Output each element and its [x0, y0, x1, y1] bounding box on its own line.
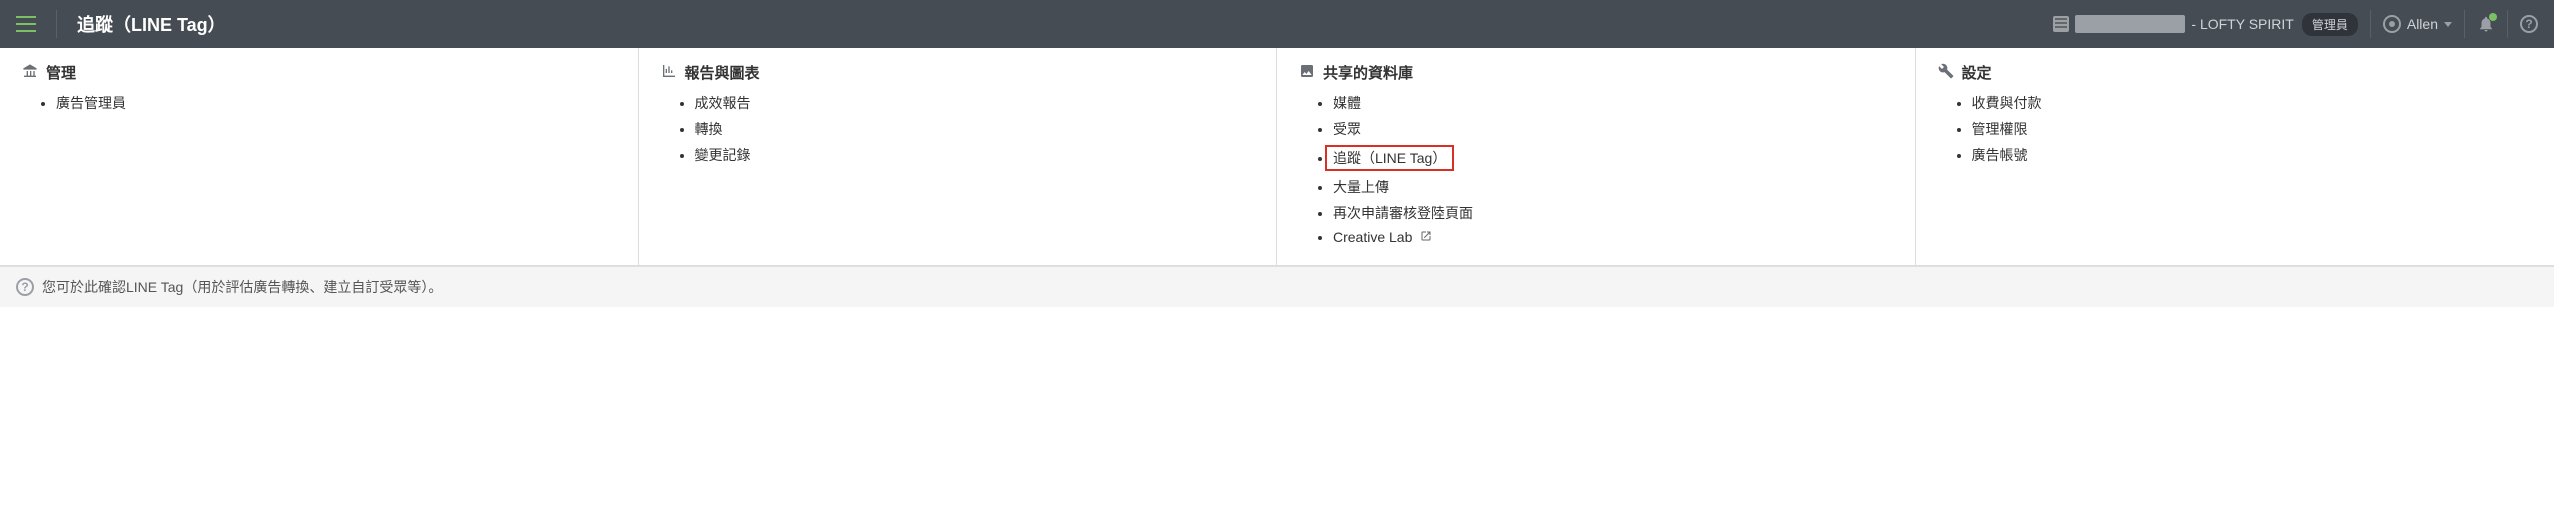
- help-icon: ?: [16, 278, 34, 296]
- menu-item-performance-report[interactable]: 成效報告: [695, 93, 1255, 113]
- menu-item-change-log[interactable]: 變更記錄: [695, 145, 1255, 165]
- page-title: 追蹤（LINE Tag）: [77, 11, 226, 37]
- org-name-redacted: [2075, 15, 2185, 33]
- bank-icon: [22, 63, 38, 83]
- menu-item-permissions[interactable]: 管理權限: [1972, 119, 2533, 139]
- divider: [2370, 10, 2371, 38]
- menu-heading-reports: 報告與圖表: [661, 62, 1255, 83]
- divider: [56, 10, 57, 38]
- menu-item-tracking-line-tag[interactable]: 追蹤（LINE Tag）: [1333, 145, 1893, 171]
- building-icon: [2053, 16, 2069, 32]
- org-suffix: - LOFTY SPIRIT: [2191, 16, 2293, 32]
- menu-heading-shared: 共享的資料庫: [1299, 62, 1893, 83]
- chart-icon: [661, 63, 677, 83]
- chevron-down-icon: [2444, 22, 2452, 27]
- menu-item-conversion[interactable]: 轉換: [695, 119, 1255, 139]
- notifications-button[interactable]: [2477, 15, 2495, 33]
- user-icon: [2383, 15, 2401, 33]
- menu-col-shared: 共享的資料庫 媒體 受眾 追蹤（LINE Tag） 大量上傳 再次申請審核登陸頁…: [1277, 48, 1916, 265]
- menu-item-billing[interactable]: 收費與付款: [1972, 93, 2533, 113]
- divider: [2507, 10, 2508, 38]
- menu-col-settings: 設定 收費與付款 管理權限 廣告帳號: [1916, 48, 2554, 265]
- info-text: 您可於此確認LINE Tag（用於評估廣告轉換、建立自訂受眾等）。: [42, 277, 442, 297]
- user-menu[interactable]: Allen: [2383, 15, 2452, 33]
- external-link-icon: [1416, 229, 1432, 245]
- menu-item-audience[interactable]: 受眾: [1333, 119, 1893, 139]
- top-bar: 追蹤（LINE Tag） - LOFTY SPIRIT 管理員 Allen ?: [0, 0, 2554, 48]
- header-right-group: - LOFTY SPIRIT 管理員 Allen ?: [2053, 10, 2538, 38]
- divider: [2464, 10, 2465, 38]
- menu-item-bulk-upload[interactable]: 大量上傳: [1333, 177, 1893, 197]
- menu-item-ad-manager[interactable]: 廣告管理員: [56, 93, 616, 113]
- user-name: Allen: [2407, 16, 2438, 32]
- menu-col-manage: 管理 廣告管理員: [0, 48, 639, 265]
- menu-heading-manage: 管理: [22, 62, 616, 83]
- info-bar: ? 您可於此確認LINE Tag（用於評估廣告轉換、建立自訂受眾等）。: [0, 266, 2554, 307]
- hamburger-menu-icon[interactable]: [16, 16, 36, 32]
- image-icon: [1299, 63, 1315, 83]
- menu-item-ad-account[interactable]: 廣告帳號: [1972, 145, 2533, 165]
- menu-heading-settings: 設定: [1938, 62, 2533, 83]
- nav-menu: 管理 廣告管理員 報告與圖表 成效報告 轉換 變更記錄 共享的資料庫 媒體 受眾: [0, 48, 2554, 266]
- menu-item-media[interactable]: 媒體: [1333, 93, 1893, 113]
- menu-item-reapply-landing[interactable]: 再次申請審核登陸頁面: [1333, 203, 1893, 223]
- wrench-icon: [1938, 63, 1954, 83]
- notification-dot: [2489, 13, 2497, 21]
- menu-col-reports: 報告與圖表 成效報告 轉換 變更記錄: [639, 48, 1278, 265]
- role-badge: 管理員: [2302, 13, 2358, 36]
- help-button[interactable]: ?: [2520, 15, 2538, 33]
- menu-item-creative-lab[interactable]: Creative Lab: [1333, 229, 1893, 245]
